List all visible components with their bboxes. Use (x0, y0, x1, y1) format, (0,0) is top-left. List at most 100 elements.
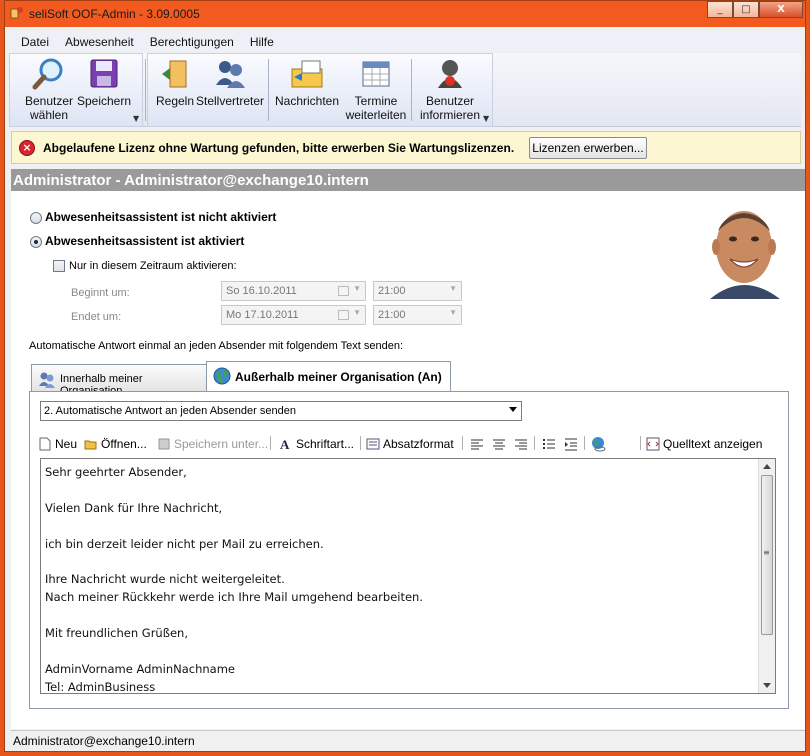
user-alert-icon (438, 60, 462, 88)
message-line: Tel: AdminBusiness (45, 679, 156, 694)
speichern-label: Speichern (76, 94, 132, 108)
message-line (45, 554, 423, 572)
speichern-unter-button[interactable]: Speichern unter... (157, 435, 268, 453)
error-icon: × (19, 140, 35, 156)
regeln-button[interactable]: Regeln (155, 57, 195, 108)
calendar-icon (338, 286, 349, 296)
begin-date-value: So 16.10.2011 (226, 285, 297, 297)
user-header-title: Administrator - Administrator@exchange10… (13, 172, 369, 189)
quelltext-anzeigen-button[interactable]: Quelltext anzeigen (646, 435, 762, 453)
oeffnen-button[interactable]: Öffnen... (84, 435, 147, 453)
radio-oof-inactive-label[interactable]: Abwesenheitsassistent ist nicht aktivier… (45, 210, 276, 224)
calendar-icon (362, 61, 390, 87)
stellvertreter-button[interactable]: Stellvertreter (195, 57, 265, 108)
begin-time-field[interactable]: 21:00 ▼ (373, 281, 462, 301)
new-document-icon (39, 437, 51, 451)
align-center-icon[interactable] (492, 435, 506, 453)
svg-text:A: A (280, 437, 290, 451)
folder-open-icon (84, 440, 97, 450)
message-line: Ihre Nachricht wurde nicht weitergeleite… (45, 572, 285, 587)
maximize-button[interactable]: □ (733, 1, 759, 18)
period-checkbox-label[interactable]: Nur in diesem Zeitraum aktivieren: (69, 260, 237, 272)
reply-mode-value: 2. Automatische Antwort an jeden Absende… (44, 405, 296, 417)
message-body[interactable]: Sehr geehrter Absender, Vielen Dank für … (45, 464, 423, 694)
termine-label-2: weiterleiten (345, 108, 407, 122)
calendar-icon (338, 310, 349, 320)
chevron-down-icon: ▼ (353, 284, 361, 293)
neu-button[interactable]: Neu (38, 435, 77, 453)
nachrichten-button[interactable]: Nachrichten (273, 57, 341, 108)
menu-abwesenheit[interactable]: Abwesenheit (65, 35, 134, 49)
indent-icon[interactable] (564, 435, 578, 453)
schriftart-label: Schriftart... (296, 437, 355, 451)
scroll-up-icon[interactable] (763, 464, 771, 469)
message-line (45, 643, 423, 661)
radio-oof-active-label[interactable]: Abwesenheitsassistent ist aktiviert (45, 234, 244, 248)
message-line: Vielen Dank für Ihre Nachricht, (45, 500, 223, 515)
message-line: Sehr geehrter Absender, (45, 465, 187, 479)
magnifier-icon (32, 58, 63, 90)
lizenzen-erwerben-button[interactable]: Lizenzen erwerben... (529, 137, 647, 159)
font-icon: A (280, 437, 290, 451)
speichern-button[interactable]: Speichern (71, 57, 137, 108)
editor-scrollbar[interactable]: ≡ (758, 459, 775, 693)
minimize-button[interactable]: _ (707, 1, 733, 18)
license-warning-bar: × Abgelaufene Lizenz ohne Wartung gefund… (11, 131, 801, 164)
chevron-down-icon: ▼ (449, 308, 457, 317)
end-date-value: Mo 17.10.2011 (226, 309, 299, 321)
nachrichten-label: Nachrichten (274, 94, 340, 108)
toolbar-separator (145, 59, 146, 121)
hyperlink-globe-icon[interactable] (590, 435, 606, 453)
user-avatar (704, 201, 784, 299)
title-bar[interactable]: seliSoft OOF-Admin - 3.09.0005 _ □ X (5, 1, 805, 27)
benutzer-waehlen-label-2: wählen (29, 108, 69, 122)
editor-separator (584, 436, 585, 450)
toolbar-separator (268, 59, 269, 121)
message-line: Mit freundlichen Grüßen, (45, 626, 188, 641)
numbered-list-icon[interactable] (542, 435, 556, 453)
message-line (45, 482, 423, 500)
benutzer-informieren-button[interactable]: Benutzer informieren (415, 57, 485, 122)
benutzer-waehlen-button[interactable]: Benutzer wählen (19, 57, 79, 122)
absatzformat-button[interactable]: Absatzformat (366, 435, 454, 453)
menu-datei[interactable]: Datei (21, 35, 49, 49)
termine-weiterleiten-button[interactable]: Termine weiterleiten (343, 57, 409, 122)
main-content: Abwesenheitsassistent ist nicht aktivier… (11, 191, 805, 729)
close-button[interactable]: X (759, 1, 803, 18)
radio-oof-active[interactable] (30, 236, 42, 248)
neu-label: Neu (55, 437, 78, 451)
menu-hilfe[interactable]: Hilfe (250, 35, 274, 49)
benutzer-informieren-label-1: Benutzer (425, 94, 475, 108)
oeffnen-label: Öffnen... (101, 437, 147, 451)
chevron-down-icon: ▼ (449, 284, 457, 293)
chevron-down-icon[interactable]: ▼ (483, 114, 489, 123)
align-left-icon[interactable] (470, 435, 484, 453)
align-right-icon[interactable] (514, 435, 528, 453)
radio-oof-inactive[interactable] (30, 212, 42, 224)
chevron-down-icon[interactable]: ▼ (133, 114, 139, 123)
message-editor[interactable]: Sehr geehrter Absender, Vielen Dank für … (40, 458, 776, 694)
floppy-disk-icon (90, 59, 118, 88)
message-line (45, 607, 423, 625)
menu-berechtigungen[interactable]: Berechtigungen (150, 35, 234, 49)
begin-time-value: 21:00 (378, 285, 406, 297)
status-user: Administrator@exchange10.intern (13, 734, 195, 748)
end-time-value: 21:00 (378, 309, 406, 321)
begin-date-field[interactable]: So 16.10.2011 ▼ (221, 281, 366, 301)
reply-mode-select[interactable]: 2. Automatische Antwort an jeden Absende… (40, 401, 522, 421)
floppy-disk-icon (158, 438, 170, 450)
quelltext-anzeigen-label: Quelltext anzeigen (663, 437, 763, 451)
absatzformat-label: Absatzformat (383, 437, 454, 451)
schriftart-button[interactable]: A Schriftart... (279, 435, 354, 453)
tab-innerhalb[interactable]: Innerhalb meiner Organisation (31, 364, 207, 397)
editor-separator (462, 436, 463, 450)
tab-ausserhalb[interactable]: Außerhalb meiner Organisation (An) (206, 361, 451, 391)
benutzer-waehlen-label-1: Benutzer (24, 94, 74, 108)
period-checkbox[interactable] (53, 260, 65, 272)
auto-reply-info: Automatische Antwort einmal an jeden Abs… (29, 340, 404, 352)
chevron-down-icon (509, 407, 517, 412)
end-date-field[interactable]: Mo 17.10.2011 ▼ (221, 305, 366, 325)
end-time-field[interactable]: 21:00 ▼ (373, 305, 462, 325)
scroll-down-icon[interactable] (763, 683, 771, 688)
door-arrow-icon (162, 60, 187, 88)
